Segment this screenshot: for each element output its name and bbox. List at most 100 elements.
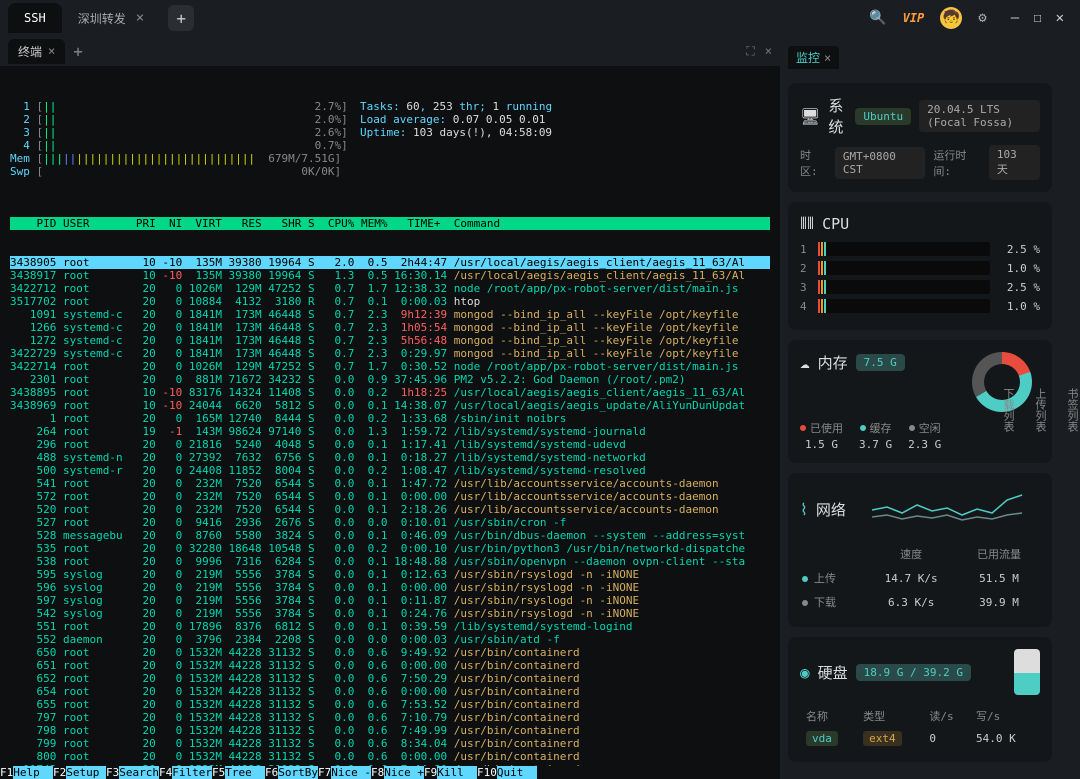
- disk-icon: ◉: [800, 663, 810, 682]
- process-row[interactable]: 655 root 20 0 1532M 44228 31132 S 0.0 0.…: [10, 698, 770, 711]
- uptime-label: 运行时间:: [933, 147, 980, 179]
- tab-label: 深圳转发: [78, 10, 126, 27]
- process-row[interactable]: 3438895 root 10 -10 83176 14324 11408 S …: [10, 386, 770, 399]
- panel-title-text: 网络: [816, 499, 846, 520]
- tz-value: GMT+0800 CST: [835, 147, 926, 179]
- close-all-icon[interactable]: ×: [765, 44, 772, 59]
- process-row[interactable]: 595 syslog 20 0 219M 5556 3784 S 0.0 0.1…: [10, 568, 770, 581]
- network-chart: [854, 485, 1040, 525]
- close-button[interactable]: ✕: [1056, 10, 1064, 26]
- terminal-tab[interactable]: 终端 ×: [8, 39, 65, 64]
- disk-table: 名称类型读/s写/s vda ext4 0 54.0 K: [800, 703, 1040, 750]
- process-row[interactable]: 552 daemon 20 0 3796 2384 2208 S 0.0 0.0…: [10, 633, 770, 646]
- titlebar-right: 🔍 VIP 🧒 ⚙ — ☐ ✕: [869, 7, 1072, 29]
- top-tabs: SSH 深圳转发 × +: [8, 2, 869, 35]
- tab-ssh[interactable]: SSH: [8, 3, 62, 33]
- terminal-tabs: 终端 × + ⛶ ×: [0, 36, 780, 66]
- maximize-button[interactable]: ☐: [1033, 10, 1041, 26]
- process-row[interactable]: 3438905 root 10 -10 135M 39380 19964 S 2…: [10, 256, 770, 269]
- htop-footer[interactable]: F1Help F2Setup F3SearchF4FilterF5Tree F6…: [0, 766, 780, 779]
- cpu-icon: ⦀⦀: [800, 214, 814, 234]
- process-row[interactable]: 551 root 20 0 17896 8376 6812 S 0.0 0.1 …: [10, 620, 770, 633]
- process-row[interactable]: 3438917 root 10 -10 135M 39380 19964 S 1…: [10, 269, 770, 282]
- process-row[interactable]: 488 systemd-n 20 0 27392 7632 6756 S 0.0…: [10, 451, 770, 464]
- process-row[interactable]: 1266 systemd-c 20 0 1841M 173M 46448 S 0…: [10, 321, 770, 334]
- close-icon[interactable]: ×: [136, 10, 144, 26]
- process-row[interactable]: 3517702 root 20 0 10884 4132 3180 R 0.7 …: [10, 295, 770, 308]
- add-tab-button[interactable]: +: [168, 5, 194, 31]
- cpu-core-row: 41.0 %: [800, 299, 1040, 313]
- tz-label: 时区:: [800, 147, 827, 179]
- cpu-core-row: 12.5 %: [800, 242, 1040, 256]
- download-list-tab[interactable]: 下载列表: [1000, 388, 1016, 432]
- cloud-icon: ☁: [800, 353, 810, 372]
- process-row[interactable]: 799 root 20 0 1532M 44228 31132 S 0.0 0.…: [10, 737, 770, 750]
- mem-used: 1.5 G: [805, 438, 838, 451]
- process-row[interactable]: 296 root 20 0 21816 5240 4048 S 0.0 0.1 …: [10, 438, 770, 451]
- add-terminal-button[interactable]: +: [73, 42, 83, 61]
- process-row[interactable]: 1272 systemd-c 20 0 1841M 173M 46448 S 0…: [10, 334, 770, 347]
- uptime-value: 103 天: [989, 145, 1040, 180]
- monitor-tab[interactable]: 监控 ×: [788, 46, 839, 69]
- right-rail: 书签列表 上传列表 下载列表: [1060, 36, 1080, 779]
- wifi-icon: ⌇: [800, 500, 808, 519]
- process-row[interactable]: 3422712 root 20 0 1026M 129M 47252 S 0.7…: [10, 282, 770, 295]
- process-row[interactable]: 597 syslog 20 0 219M 5556 3784 S 0.0 0.1…: [10, 594, 770, 607]
- process-row[interactable]: 650 root 20 0 1532M 44228 31132 S 0.0 0.…: [10, 646, 770, 659]
- process-header: PID USER PRI NI VIRT RES SHR S CPU% MEM%…: [10, 217, 770, 230]
- monitor-icon: 🖥: [800, 107, 820, 126]
- disk-panel: ◉ 硬盘 18.9 G / 39.2 G 名称类型读/s写/s vda ext4…: [788, 637, 1052, 762]
- process-row[interactable]: 538 root 20 0 9996 7316 6284 S 0.0 0.1 1…: [10, 555, 770, 568]
- panel-title-text: 硬盘: [818, 662, 848, 683]
- process-row[interactable]: 528 messagebu 20 0 8760 5580 3824 S 0.0 …: [10, 529, 770, 542]
- process-row[interactable]: 1091 systemd-c 20 0 1841M 173M 46448 S 0…: [10, 308, 770, 321]
- system-panel: 🖥 系统 Ubuntu 20.04.5 LTS (Focal Fossa) 时区…: [788, 83, 1052, 192]
- process-row[interactable]: 3422729 systemd-c 20 0 1841M 173M 46448 …: [10, 347, 770, 360]
- process-row[interactable]: 520 root 20 0 232M 7520 6544 S 0.0 0.1 2…: [10, 503, 770, 516]
- process-row[interactable]: 652 root 20 0 1532M 44228 31132 S 0.0 0.…: [10, 672, 770, 685]
- close-icon[interactable]: ×: [48, 44, 55, 58]
- bookmark-list-tab[interactable]: 书签列表: [1064, 388, 1080, 432]
- process-row[interactable]: 572 root 20 0 232M 7520 6544 S 0.0 0.1 0…: [10, 490, 770, 503]
- disk-usage: 18.9 G / 39.2 G: [856, 664, 971, 681]
- process-row[interactable]: 3422714 root 20 0 1026M 129M 47252 S 0.7…: [10, 360, 770, 373]
- process-row[interactable]: 3438969 root 10 -10 24044 6620 5812 S 0.…: [10, 399, 770, 412]
- version-badge: 20.04.5 LTS (Focal Fossa): [919, 100, 1040, 132]
- process-row[interactable]: 264 root 19 -1 143M 98624 97140 S 0.0 1.…: [10, 425, 770, 438]
- gear-icon[interactable]: ⚙: [978, 10, 986, 26]
- process-row[interactable]: 527 root 20 0 9416 2936 2676 S 0.0 0.0 0…: [10, 516, 770, 529]
- process-row[interactable]: 798 root 20 0 1532M 44228 31132 S 0.0 0.…: [10, 724, 770, 737]
- process-row[interactable]: 797 root 20 0 1532M 44228 31132 S 0.0 0.…: [10, 711, 770, 724]
- process-row[interactable]: 651 root 20 0 1532M 44228 31132 S 0.0 0.…: [10, 659, 770, 672]
- titlebar: SSH 深圳转发 × + 🔍 VIP 🧒 ⚙ — ☐ ✕: [0, 0, 1080, 36]
- cpu-core-row: 32.5 %: [800, 280, 1040, 294]
- process-row[interactable]: 541 root 20 0 232M 7520 6544 S 0.0 0.1 1…: [10, 477, 770, 490]
- vip-badge[interactable]: VIP: [903, 11, 925, 25]
- process-row[interactable]: 800 root 20 0 1532M 44228 31132 S 0.0 0.…: [10, 750, 770, 763]
- network-panel: ⌇ 网络 速度已用流量 上传14.7 K/s51.5 M 下载6.3 K/s39…: [788, 473, 1052, 627]
- process-row[interactable]: 535 root 20 0 32280 18648 10548 S 0.0 0.…: [10, 542, 770, 555]
- htop-output[interactable]: 1 [|| 2.7%] 2 [|| 2.0%] 3 [|| 2.6%] 4 [|…: [0, 66, 780, 766]
- disk-bar: [1014, 649, 1040, 695]
- expand-icon[interactable]: ⛶: [746, 44, 754, 59]
- os-badge: Ubuntu: [855, 108, 911, 125]
- terminal-tab-label: 终端: [18, 43, 42, 60]
- search-icon[interactable]: 🔍: [869, 10, 886, 26]
- cpu-panel: ⦀⦀ CPU 12.5 %21.0 %32.5 %41.0 %: [788, 202, 1052, 330]
- avatar[interactable]: 🧒: [940, 7, 962, 29]
- minimize-button[interactable]: —: [1011, 10, 1019, 26]
- close-icon[interactable]: ×: [824, 51, 831, 65]
- terminal-area: 终端 × + ⛶ × 1 [|| 2.7%] 2 [|| 2.0%] 3 [||: [0, 36, 780, 779]
- process-row[interactable]: 1 root 20 0 165M 12740 8444 S 0.0 0.2 1:…: [10, 412, 770, 425]
- process-row[interactable]: 2301 root 20 0 881M 71672 34232 S 0.0 0.…: [10, 373, 770, 386]
- tab-shenzhen[interactable]: 深圳转发 ×: [62, 2, 160, 35]
- mem-total: 7.5 G: [856, 354, 905, 371]
- process-row[interactable]: 596 syslog 20 0 219M 5556 3784 S 0.0 0.1…: [10, 581, 770, 594]
- process-row[interactable]: 500 systemd-r 20 0 24408 11852 8004 S 0.…: [10, 464, 770, 477]
- process-row[interactable]: 542 syslog 20 0 219M 5556 3784 S 0.0 0.1…: [10, 607, 770, 620]
- tab-label: SSH: [24, 11, 46, 25]
- upload-list-tab[interactable]: 上传列表: [1032, 388, 1048, 432]
- mem-free: 2.3 G: [908, 438, 941, 451]
- panel-title-text: CPU: [822, 215, 849, 233]
- process-row[interactable]: 654 root 20 0 1532M 44228 31132 S 0.0 0.…: [10, 685, 770, 698]
